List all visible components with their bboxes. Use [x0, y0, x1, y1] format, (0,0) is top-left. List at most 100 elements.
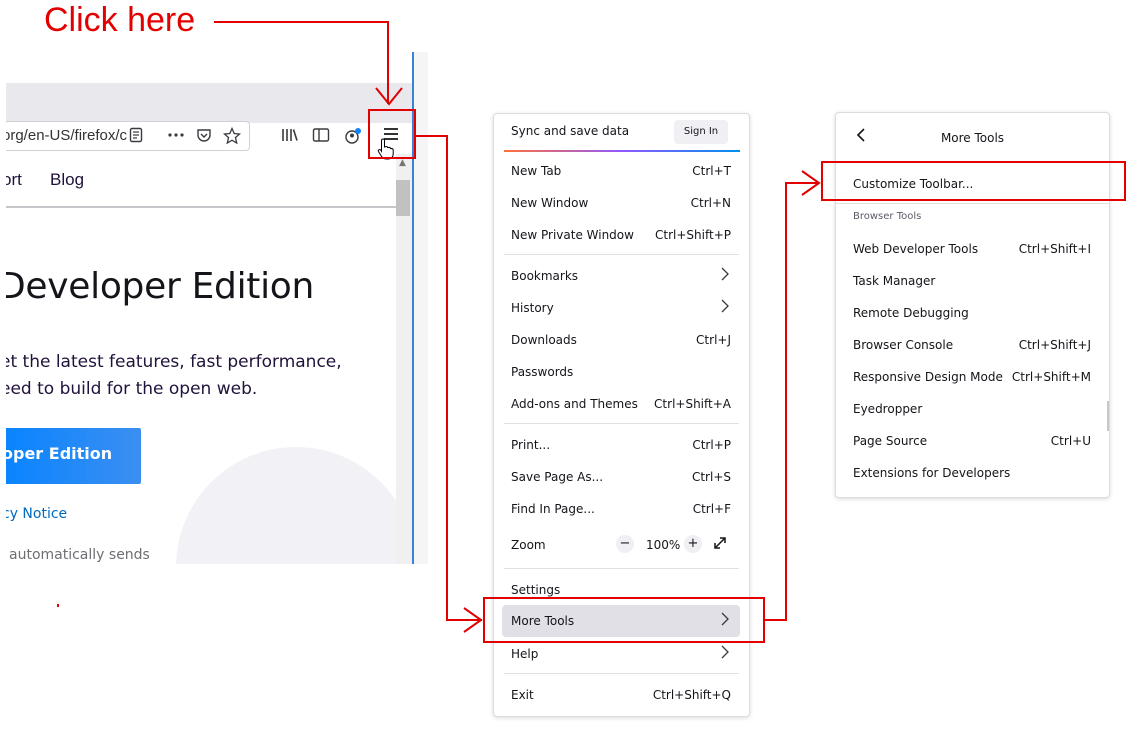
browser-tools-heading: Browser Tools	[853, 211, 922, 222]
hero-description-2: eed to build for the open web.	[6, 379, 258, 399]
menu-item-new-tab[interactable]: New Tab Ctrl+T	[494, 156, 749, 186]
menu-item-page-source[interactable]: Page Source Ctrl+U	[836, 426, 1109, 456]
library-icon[interactable]	[280, 127, 300, 147]
menu-item-zoom: Zoom − 100% +	[494, 530, 749, 560]
menu-item-label: Downloads	[511, 333, 577, 347]
chevron-right-icon	[721, 299, 729, 317]
reader-view-icon[interactable]	[126, 127, 146, 147]
menu-item-task-manager[interactable]: Task Manager	[836, 266, 1109, 296]
menu-item-shortcut: Ctrl+Shift+A	[654, 397, 731, 411]
connector-1-v	[446, 135, 448, 621]
browser-window: org/en-US/firefox/c ort Blog Developer E…	[6, 52, 428, 564]
sync-gradient-divider	[504, 150, 740, 152]
scrollbar-thumb[interactable]	[396, 180, 410, 216]
zoom-value[interactable]: 100%	[646, 538, 680, 552]
nav-toolbar	[6, 83, 412, 123]
autosends-text: automatically sends	[9, 547, 150, 563]
page-actions-icon[interactable]	[166, 127, 186, 147]
menu-item-save-page-as[interactable]: Save Page As... Ctrl+S	[494, 462, 749, 492]
account-icon[interactable]	[343, 127, 363, 147]
menu-item-label: Passwords	[511, 365, 574, 379]
menu-item-label: Bookmarks	[511, 269, 579, 283]
menu-item-addons-themes[interactable]: Add-ons and Themes Ctrl+Shift+A	[494, 389, 749, 419]
connector-1-h	[416, 135, 448, 137]
menu-item-label: Settings	[511, 583, 561, 597]
url-text: org/en-US/firefox/c	[6, 127, 128, 144]
connector-2-v	[785, 182, 787, 621]
menu-item-shortcut: Ctrl+F	[692, 502, 731, 516]
menu-item-remote-debugging[interactable]: Remote Debugging	[836, 298, 1109, 328]
menu-item-shortcut: Ctrl+Shift+P	[655, 228, 731, 242]
menu-item-shortcut: Ctrl+S	[691, 470, 731, 484]
menu-item-shortcut: Ctrl+N	[690, 196, 731, 210]
sidebar-icon[interactable]	[311, 127, 331, 147]
nav-link-support[interactable]: ort	[6, 170, 22, 190]
download-button-label: oper Edition	[6, 444, 113, 463]
menu-item-shortcut: Ctrl+Shift+Q	[652, 688, 731, 702]
menu-item-label: Eyedropper	[853, 402, 923, 416]
privacy-notice-link[interactable]: cy Notice	[6, 506, 67, 522]
menu-item-label: Add-ons and Themes	[511, 397, 638, 411]
menu-item-label: New Tab	[511, 164, 562, 178]
menu-item-shortcut: Ctrl+Shift+J	[1018, 338, 1091, 352]
menu-separator	[836, 203, 1109, 204]
menu-item-shortcut: Ctrl+Shift+M	[1011, 370, 1091, 384]
click-here-annotation: Click here	[44, 1, 196, 39]
menu-item-label: Exit	[511, 688, 534, 702]
fullscreen-icon[interactable]	[712, 535, 728, 554]
menu-item-label: Responsive Design Mode	[853, 370, 1003, 384]
menu-item-label: Save Page As...	[511, 470, 604, 484]
menu-item-responsive-design-mode[interactable]: Responsive Design Mode Ctrl+Shift+M	[836, 362, 1109, 392]
hero-title: Developer Edition	[6, 266, 315, 307]
menu-item-extensions-for-developers[interactable]: Extensions for Developers	[836, 458, 1109, 488]
menu-separator	[504, 568, 739, 569]
menu-item-eyedropper[interactable]: Eyedropper	[836, 394, 1109, 424]
window-edge	[414, 52, 428, 564]
scroll-up-arrow-icon[interactable]: ▲	[399, 158, 406, 168]
menu-item-shortcut: Ctrl+J	[696, 333, 731, 347]
zoom-in-button[interactable]: +	[684, 535, 702, 553]
menu-item-label: New Window	[511, 196, 589, 210]
menu-item-passwords[interactable]: Passwords	[494, 357, 749, 387]
download-button[interactable]: oper Edition	[6, 428, 141, 484]
nav-link-blog[interactable]: Blog	[50, 170, 84, 190]
menu-item-label: New Private Window	[511, 228, 634, 242]
menu-item-print[interactable]: Print... Ctrl+P	[494, 430, 749, 460]
menu-item-find-in-page[interactable]: Find In Page... Ctrl+F	[494, 494, 749, 524]
chevron-right-icon	[721, 645, 729, 663]
menu-separator	[504, 673, 739, 674]
sign-in-button[interactable]: Sign In	[674, 120, 728, 144]
menu-item-new-private-window[interactable]: New Private Window Ctrl+Shift+P	[494, 220, 749, 250]
menu-separator	[504, 423, 739, 424]
panel-scrollbar[interactable]	[1107, 401, 1109, 431]
menu-item-history[interactable]: History	[494, 293, 749, 323]
menu-item-web-developer-tools[interactable]: Web Developer Tools Ctrl+Shift+I	[836, 234, 1109, 264]
menu-item-label: Extensions for Developers	[853, 466, 1011, 480]
menu-item-label: Remote Debugging	[853, 306, 969, 320]
menu-item-shortcut: Ctrl+Shift+I	[1018, 242, 1091, 256]
menu-item-new-window[interactable]: New Window Ctrl+N	[494, 188, 749, 218]
menu-item-help[interactable]: Help	[494, 639, 749, 669]
customize-toolbar-highlight	[821, 161, 1126, 201]
zoom-out-button[interactable]: −	[616, 535, 634, 553]
menu-item-browser-console[interactable]: Browser Console Ctrl+Shift+J	[836, 330, 1109, 360]
menu-separator	[504, 254, 739, 255]
more-tools-title: More Tools	[940, 131, 1005, 145]
menu-item-shortcut: Ctrl+U	[1050, 434, 1091, 448]
arrow-head-right-icon	[801, 170, 821, 196]
menu-item-label: Find In Page...	[511, 502, 595, 516]
menu-item-label: Help	[511, 647, 539, 661]
stray-red-dot	[57, 604, 59, 607]
menu-item-bookmarks[interactable]: Bookmarks	[494, 261, 749, 291]
menu-item-shortcut: Ctrl+P	[692, 438, 731, 452]
menu-item-label: Print...	[511, 438, 551, 452]
menu-item-exit[interactable]: Exit Ctrl+Shift+Q	[494, 680, 749, 710]
pocket-icon[interactable]	[194, 127, 214, 147]
menu-item-label: Page Source	[853, 434, 928, 448]
menu-item-downloads[interactable]: Downloads Ctrl+J	[494, 325, 749, 355]
more-tools-highlight	[483, 597, 765, 643]
menu-item-label: History	[511, 301, 554, 315]
bookmark-star-icon[interactable]	[222, 126, 242, 147]
menu-item-label: Browser Console	[853, 338, 954, 352]
zoom-label: Zoom	[511, 538, 546, 552]
